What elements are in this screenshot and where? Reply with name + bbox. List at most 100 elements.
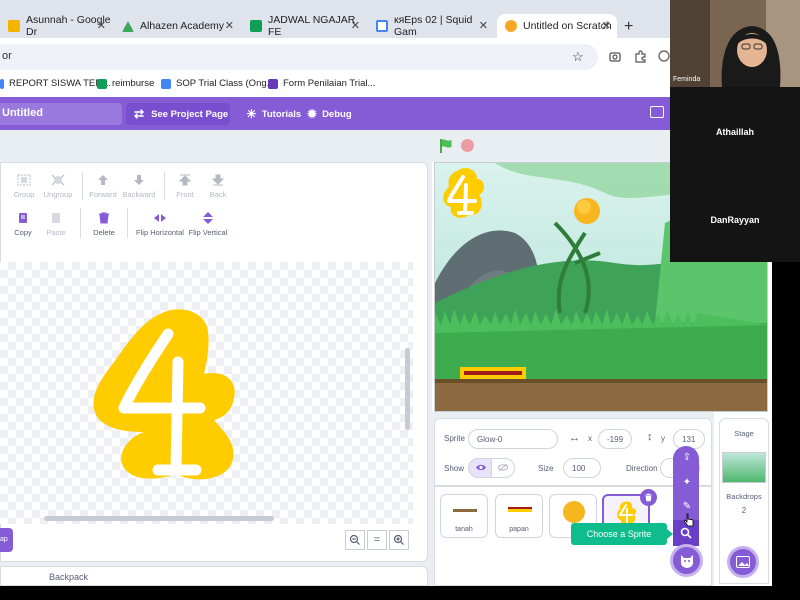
x-position-input[interactable]: -199 (598, 429, 632, 449)
debug-label: Debug (322, 108, 352, 120)
close-tab-icon[interactable]: ✕ (97, 19, 106, 32)
backward-button[interactable]: Backward (122, 174, 156, 199)
convert-to-bitmap-button[interactable]: ap (0, 528, 13, 552)
y-label: y (661, 434, 665, 443)
back-button[interactable]: Back (205, 174, 231, 199)
flip-horizontal-icon (154, 214, 166, 222)
backpack-panel[interactable]: Backpack (0, 566, 428, 586)
paste-button[interactable]: Paste (42, 212, 70, 237)
number-four-costume[interactable] (0, 262, 413, 524)
flip-horizontal-button[interactable]: Flip Horizontal (135, 212, 185, 237)
show-visible-button[interactable] (468, 458, 492, 478)
bookmark-item[interactable]: reimburse (97, 78, 154, 89)
tool-label: Back (209, 190, 227, 199)
sprite-name: papan (509, 526, 529, 533)
close-tab-icon[interactable]: ✕ (479, 19, 488, 32)
sprite-thumbnail (563, 501, 585, 523)
screen-edge (0, 586, 800, 600)
delete-sprite-icon[interactable] (640, 489, 657, 506)
browser-tab[interactable]: Asunnah - Google Dr ✕ (0, 14, 112, 38)
camera-icon[interactable] (609, 50, 621, 62)
bookmark-item[interactable]: Form Penilaian Trial... (268, 78, 375, 89)
cat-icon (681, 555, 693, 568)
browser-tab[interactable]: кяEps 02 | Squid Gam ✕ (368, 14, 494, 38)
new-tab-icon[interactable]: + (624, 18, 633, 36)
divider (82, 172, 83, 200)
docs-icon (161, 78, 171, 89)
bookmark-label: reimburse (112, 78, 155, 89)
browser-tab-strip: Asunnah - Google Dr ✕ Alhazen Academy ✕ … (0, 0, 670, 38)
browser-tab[interactable]: JADWAL NGAJAR FE ✕ (242, 14, 366, 38)
mountain-icon (122, 21, 134, 32)
close-tab-icon[interactable]: ✕ (225, 19, 234, 32)
bookmark-item[interactable]: REPORT SISWA TEM... (0, 78, 111, 89)
tutorials-menu[interactable]: ☀ Tutorials (246, 107, 301, 121)
upload-sprite-icon[interactable]: ⇪ (680, 452, 694, 466)
close-tab-icon[interactable]: ✕ (602, 19, 611, 32)
tool-label: Delete (93, 228, 115, 237)
flip-vertical-button[interactable]: Flip Vertical (187, 212, 229, 237)
size-label: Size (538, 464, 554, 473)
profile-icon[interactable] (658, 50, 670, 62)
sprite-tile-tanah[interactable]: tanah (440, 494, 488, 538)
debug-menu[interactable]: ✹ Debug (307, 107, 352, 121)
forward-button[interactable]: Forward (88, 174, 118, 199)
bookmark-item[interactable]: SOP Trial Class (Ong... (161, 78, 275, 89)
front-button[interactable]: Front (172, 174, 198, 199)
bookmarks-bar: REPORT SISWA TEM... reimburse SOP Trial … (0, 74, 670, 96)
see-project-page-button[interactable]: ⇄ See Project Page (126, 103, 230, 125)
screen: Asunnah - Google Dr ✕ Alhazen Academy ✕ … (0, 0, 800, 600)
sprite-info-card: Sprite Glow-0 ↔ x -199 ↕ y 131 Show Size… (434, 418, 712, 486)
copy-button[interactable]: Copy (10, 212, 36, 237)
participant-name: Athaillah (715, 127, 754, 137)
browser-tab-active[interactable]: Untitled on Scratch ✕ (497, 14, 617, 38)
forms-icon (268, 78, 278, 89)
paint-canvas[interactable] (0, 262, 413, 524)
group-icon (17, 174, 31, 186)
image-icon (736, 556, 750, 568)
divider (80, 208, 81, 238)
search-icon (680, 527, 692, 539)
extensions-icon[interactable] (634, 50, 647, 63)
eye-slash-icon (497, 463, 509, 472)
browser-tab[interactable]: Alhazen Academy ✕ (114, 14, 240, 38)
back-icon (211, 174, 225, 186)
eye-icon (476, 464, 486, 471)
bookmark-star-icon[interactable]: ☆ (572, 49, 584, 65)
stop-icon[interactable] (461, 139, 474, 152)
webcam-image (670, 0, 800, 87)
ungroup-button[interactable]: Ungroup (42, 174, 74, 199)
docs-icon (0, 78, 4, 89)
paste-icon (52, 213, 60, 223)
sprite-name-input[interactable]: Glow-0 (468, 429, 558, 449)
ungroup-icon (51, 174, 65, 186)
green-flag-icon[interactable] (438, 138, 454, 154)
choose-backdrop-button[interactable] (727, 546, 759, 578)
tab-title: Alhazen Academy (140, 20, 225, 32)
surprise-sparkle-icon[interactable]: ✦ (680, 477, 694, 491)
sprite-tile-papan[interactable]: papan (495, 494, 543, 538)
address-bar-row: or ☆ (0, 38, 670, 74)
folder-icon[interactable] (650, 106, 664, 118)
tool-label: Paste (46, 228, 66, 237)
horizontal-scrollbar[interactable] (44, 516, 274, 521)
flip-vertical-icon (203, 212, 213, 224)
group-button[interactable]: Group (12, 174, 36, 199)
size-input[interactable]: 100 (563, 458, 601, 478)
backdrops-label: Backdrops (726, 492, 762, 501)
choose-sprite-button[interactable] (670, 544, 703, 577)
zoom-reset-button[interactable]: = (367, 530, 387, 550)
show-hidden-button[interactable] (491, 458, 515, 478)
front-icon (178, 174, 192, 186)
tutorials-label: Tutorials (261, 108, 302, 120)
zoom-out-button[interactable] (345, 530, 365, 550)
zoom-in-button[interactable] (389, 530, 409, 550)
sprite-name: tanah (455, 526, 473, 533)
project-title-input[interactable]: Untitled (0, 103, 122, 125)
vertical-scrollbar[interactable] (405, 348, 410, 430)
close-tab-icon[interactable]: ✕ (351, 19, 360, 32)
address-input[interactable]: or (0, 44, 598, 70)
delete-button[interactable]: Delete (89, 212, 119, 237)
participant-name: DanRayyan (710, 215, 760, 225)
tool-label: Flip Vertical (188, 228, 228, 237)
